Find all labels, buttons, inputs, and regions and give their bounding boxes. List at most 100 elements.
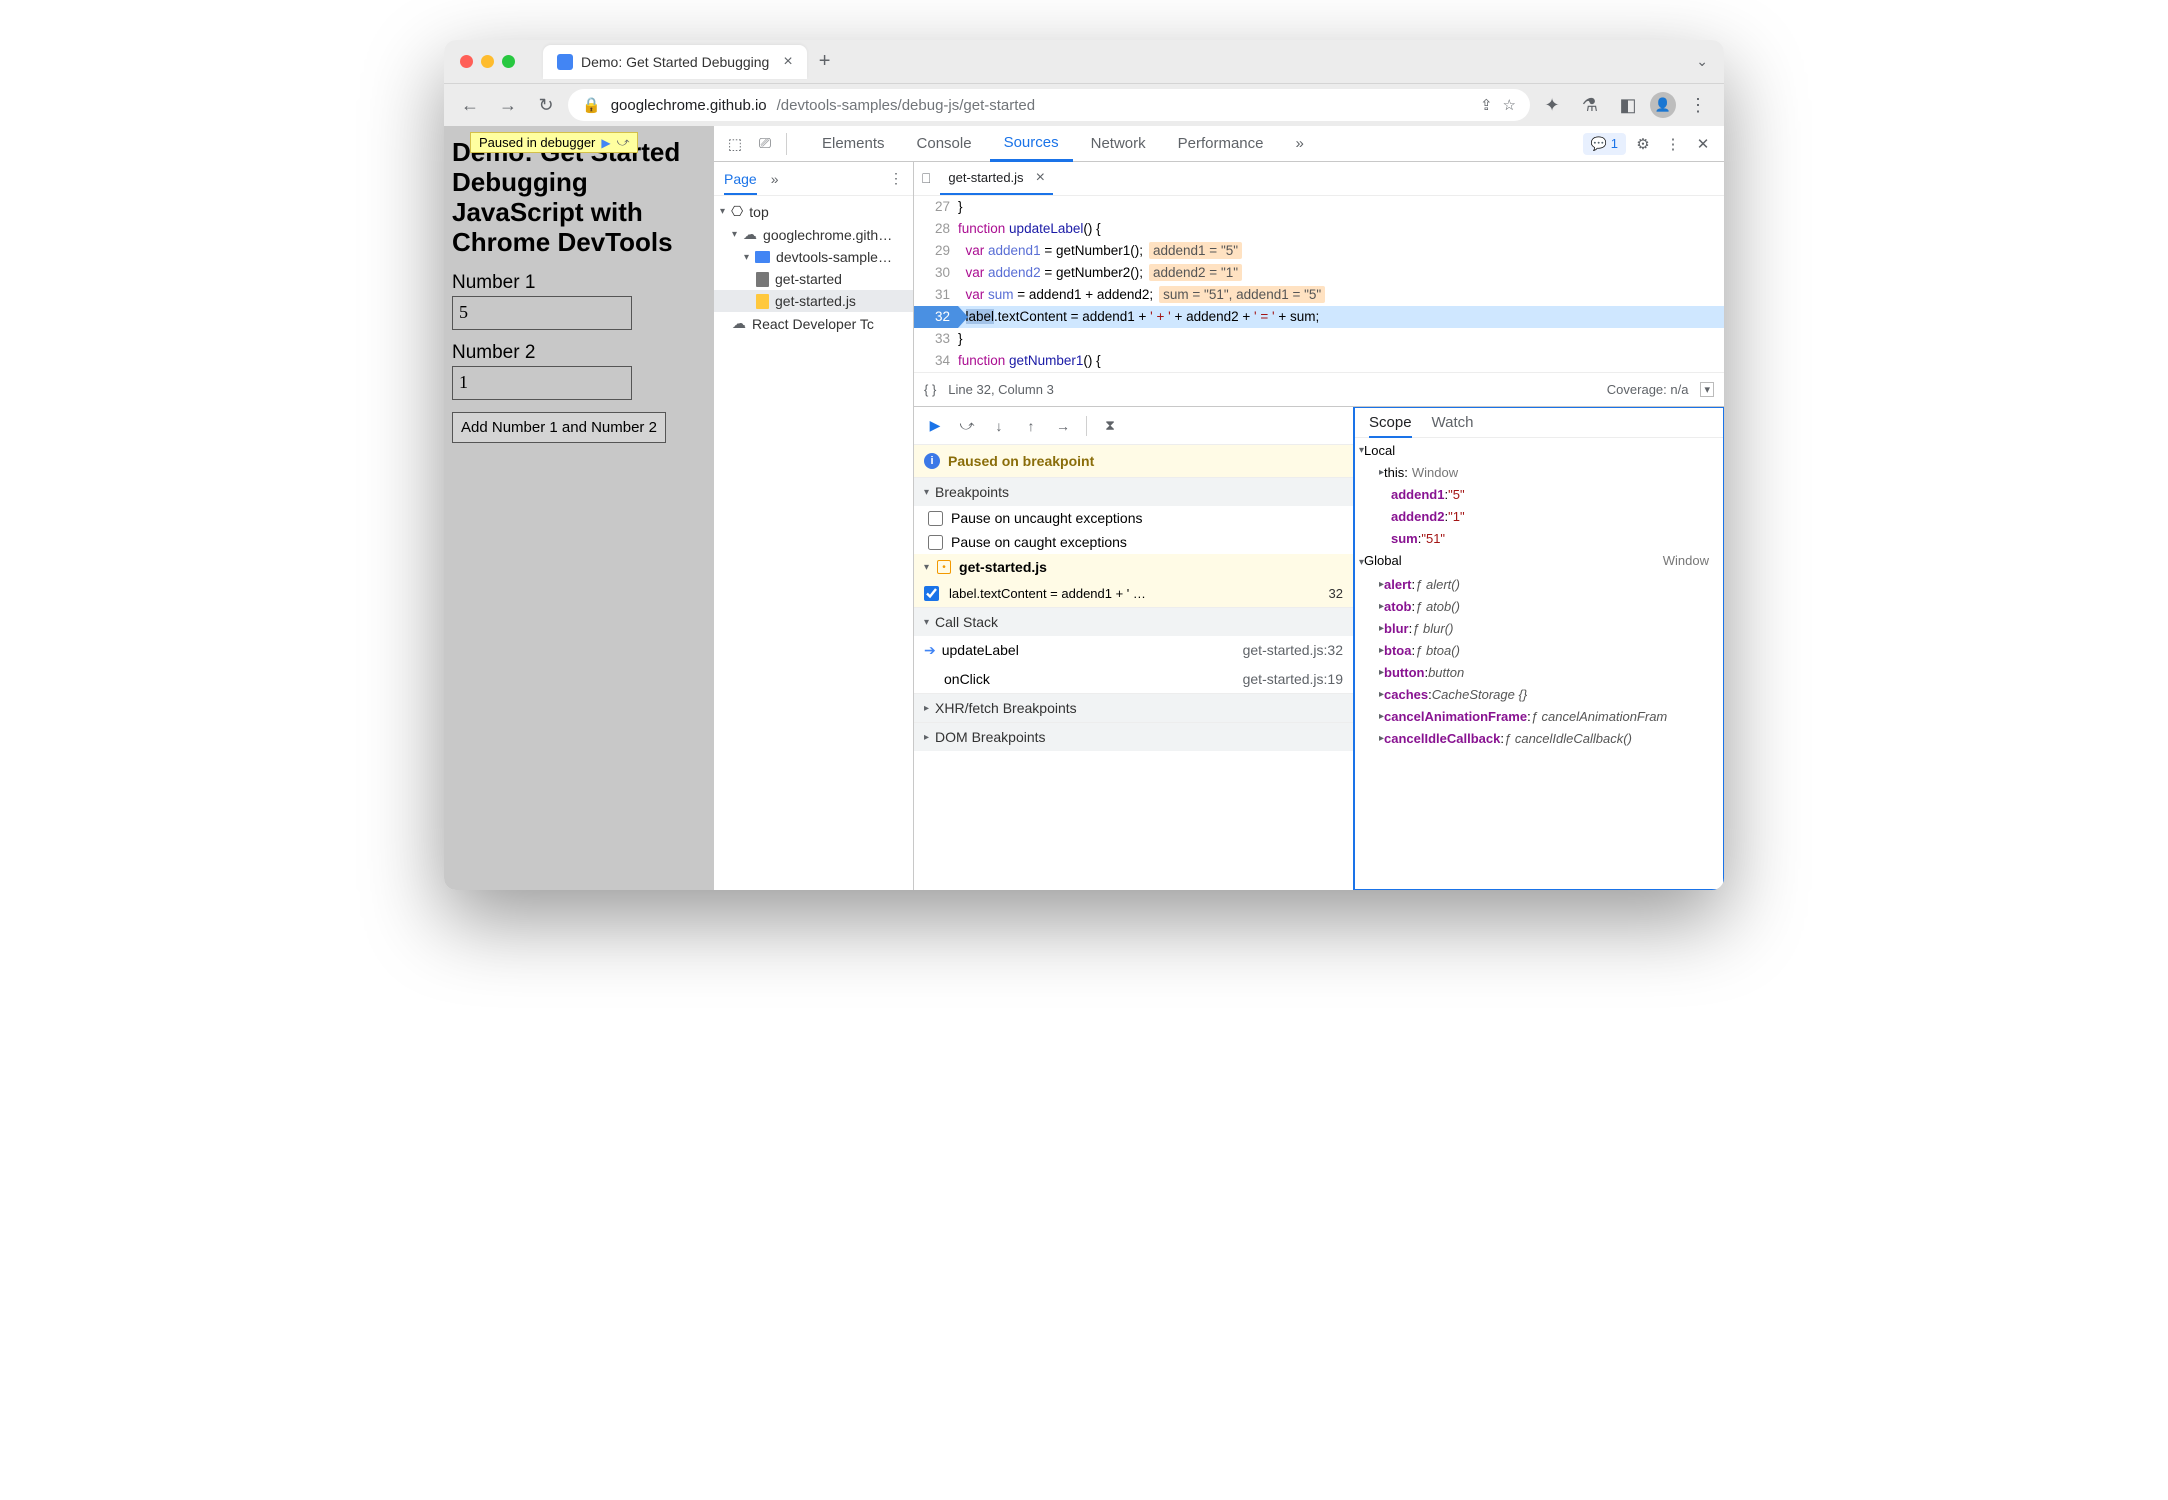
scope-global-prop[interactable]: ▸button: button — [1359, 662, 1719, 684]
forward-icon[interactable]: → — [492, 89, 524, 121]
step-out-icon[interactable]: ↑ — [1018, 413, 1044, 439]
extensions-icon[interactable]: ✦ — [1536, 89, 1568, 121]
url-host: googlechrome.github.io — [611, 97, 767, 114]
deactivate-bp-icon[interactable]: ⧗ — [1097, 413, 1123, 439]
scope-global-prop[interactable]: ▸cancelIdleCallback: ƒ cancelIdleCallbac… — [1359, 728, 1719, 750]
close-devtools-icon[interactable]: ✕ — [1690, 131, 1716, 157]
devtools: ⬚ ⎚ Elements Console Sources Network Per… — [714, 126, 1724, 890]
add-button[interactable]: Add Number 1 and Number 2 — [452, 412, 666, 443]
sidepanel-icon[interactable]: ◧ — [1612, 89, 1644, 121]
bp-file[interactable]: ▾•get-started.js — [914, 554, 1353, 580]
coverage-dropdown-icon[interactable]: ▾ — [1700, 382, 1714, 397]
scope-global-prop[interactable]: ▸atob: ƒ atob() — [1359, 596, 1719, 618]
reload-icon[interactable]: ↻ — [530, 89, 562, 121]
browser-tab[interactable]: Demo: Get Started Debugging × — [543, 45, 807, 79]
scope-global-prop[interactable]: ▸blur: ƒ blur() — [1359, 618, 1719, 640]
paused-label: Paused in debugger — [479, 135, 595, 150]
menu-icon[interactable]: ⋮ — [1682, 89, 1714, 121]
tab-elements[interactable]: Elements — [808, 126, 899, 162]
tree-file-js[interactable]: get-started.js — [714, 290, 913, 312]
kebab-icon[interactable]: ⋮ — [1660, 131, 1686, 157]
rendered-page: Paused in debugger ▶ ⤻ Demo: Get Started… — [444, 126, 714, 890]
back-icon[interactable]: ← — [454, 89, 486, 121]
editor-pane: ⎕ get-started.js× 27} 28function updateL… — [914, 162, 1724, 890]
tab-scope[interactable]: Scope — [1369, 414, 1412, 438]
tree-file-html[interactable]: get-started — [714, 268, 913, 290]
chk-caught[interactable]: Pause on caught exceptions — [914, 530, 1353, 554]
favicon-icon — [557, 54, 573, 70]
coverage-label: Coverage: n/a — [1607, 382, 1689, 397]
tree-top[interactable]: ▾⎔ top — [714, 200, 913, 223]
step-over-icon[interactable]: ⤻ — [954, 413, 980, 439]
pages-tab-page[interactable]: Page — [724, 171, 757, 195]
tree-site[interactable]: ▾☁ googlechrome.gith… — [714, 223, 913, 246]
step-icon[interactable]: → — [1050, 413, 1076, 439]
url-path: /devtools-samples/debug-js/get-started — [777, 97, 1035, 114]
cursor-pos: Line 32, Column 3 — [948, 382, 1054, 397]
code-view[interactable]: 27} 28function updateLabel() { 29 var ad… — [914, 196, 1724, 372]
cs-frame-current[interactable]: ➔updateLabelget-started.js:32 — [914, 636, 1353, 665]
pages-kebab-icon[interactable]: ⋮ — [889, 170, 903, 187]
tab-sources[interactable]: Sources — [990, 126, 1073, 162]
step-into-icon[interactable]: ↓ — [986, 413, 1012, 439]
labs-icon[interactable]: ⚗ — [1574, 89, 1606, 121]
section-xhr[interactable]: ▸XHR/fetch Breakpoints — [914, 694, 1353, 722]
paused-msg: iPaused on breakpoint — [914, 445, 1353, 477]
close-icon[interactable] — [460, 55, 473, 68]
chk-uncaught[interactable]: Pause on uncaught exceptions — [914, 506, 1353, 530]
resume-icon[interactable]: ▶ — [601, 136, 610, 150]
tab-title: Demo: Get Started Debugging — [581, 54, 769, 70]
tabs-dropdown-icon[interactable]: ⌄ — [1696, 53, 1708, 70]
close-file-icon[interactable]: × — [1036, 169, 1045, 187]
editor-footer: { } Line 32, Column 3 Coverage: n/a ▾ — [914, 372, 1724, 406]
tab-strip: Demo: Get Started Debugging × + — [543, 45, 830, 79]
debug-pane: ▶ ⤻ ↓ ↑ → ⧗ iPaused on breakpoint ▾Break… — [914, 406, 1724, 890]
tab-performance[interactable]: Performance — [1164, 126, 1278, 162]
scope-global-prop[interactable]: ▸caches: CacheStorage {} — [1359, 684, 1719, 706]
input-number2[interactable] — [452, 366, 632, 400]
tabs-more[interactable]: » — [1282, 126, 1318, 162]
titlebar: Demo: Get Started Debugging × + ⌄ — [444, 40, 1724, 84]
device-icon[interactable]: ⎚ — [752, 131, 778, 157]
scope-global-prop[interactable]: ▸alert: ƒ alert() — [1359, 574, 1719, 596]
toggle-nav-icon[interactable]: ⎕ — [922, 170, 930, 187]
tree-react[interactable]: ☁ React Developer Tc — [714, 312, 913, 335]
gear-icon[interactable]: ⚙ — [1630, 131, 1656, 157]
close-tab-icon[interactable]: × — [783, 53, 792, 71]
share-icon[interactable]: ⇪ — [1480, 96, 1493, 114]
label-number2: Number 2 — [452, 342, 706, 364]
bookmark-icon[interactable]: ☆ — [1503, 96, 1516, 114]
pages-tab-more[interactable]: » — [771, 171, 779, 187]
section-breakpoints[interactable]: ▾Breakpoints — [914, 478, 1353, 506]
step-over-icon[interactable]: ⤻ — [617, 135, 630, 150]
editor-tab[interactable]: get-started.js× — [940, 163, 1053, 195]
tab-watch[interactable]: Watch — [1432, 414, 1474, 431]
scope-local[interactable]: ▾Local — [1359, 440, 1719, 462]
section-callstack[interactable]: ▾Call Stack — [914, 608, 1353, 636]
paused-overlay: Paused in debugger ▶ ⤻ — [470, 132, 638, 153]
section-dom[interactable]: ▸DOM Breakpoints — [914, 723, 1353, 751]
cs-frame[interactable]: onClickget-started.js:19 — [914, 665, 1353, 693]
new-tab-icon[interactable]: + — [819, 50, 831, 73]
issues-badge[interactable]: 💬 1 — [1583, 133, 1626, 155]
inspect-icon[interactable]: ⬚ — [722, 131, 748, 157]
omnibox[interactable]: 🔒 googlechrome.github.io/devtools-sample… — [568, 89, 1530, 121]
tab-console[interactable]: Console — [903, 126, 986, 162]
minimize-icon[interactable] — [481, 55, 494, 68]
page-title: Demo: Get Started Debugging JavaScript w… — [452, 138, 706, 258]
maximize-icon[interactable] — [502, 55, 515, 68]
scope-global[interactable]: ▾GlobalWindow — [1359, 550, 1719, 574]
scope-pane: Scope Watch ▾Local ▸this: Window addend1… — [1353, 406, 1724, 890]
label-number1: Number 1 — [452, 272, 706, 294]
input-number1[interactable] — [452, 296, 632, 330]
pretty-print-icon[interactable]: { } — [924, 382, 936, 397]
scope-global-prop[interactable]: ▸cancelAnimationFrame: ƒ cancelAnimation… — [1359, 706, 1719, 728]
tree-folder[interactable]: ▾ devtools-sample… — [714, 246, 913, 268]
profile-icon[interactable]: 👤 — [1650, 92, 1676, 118]
bp-line[interactable]: label.textContent = addend1 + ' …32 — [914, 580, 1353, 607]
scope-global-prop[interactable]: ▸btoa: ƒ btoa() — [1359, 640, 1719, 662]
navigator: Page » ⋮ ▾⎔ top ▾☁ googlechrome.gith… ▾ … — [714, 162, 914, 890]
resume-icon[interactable]: ▶ — [922, 413, 948, 439]
lock-icon: 🔒 — [582, 96, 601, 114]
tab-network[interactable]: Network — [1077, 126, 1160, 162]
